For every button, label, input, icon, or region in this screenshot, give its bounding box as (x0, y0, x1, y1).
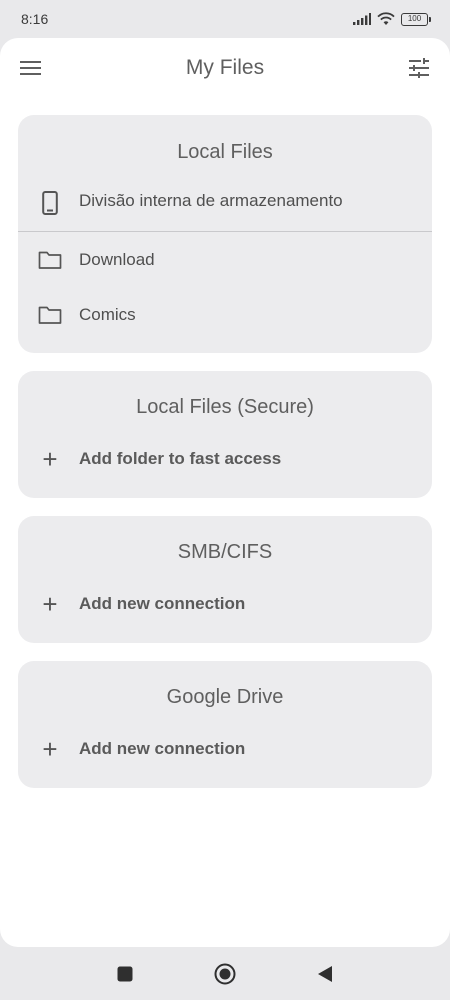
add-gdrive-connection-button[interactable]: + Add new connection (18, 733, 432, 765)
back-button[interactable] (314, 963, 336, 985)
page-title: My Files (185, 56, 265, 79)
wifi-icon (377, 12, 395, 25)
plus-icon: + (42, 589, 58, 619)
home-button[interactable] (214, 963, 236, 985)
add-folder-fast-access-button[interactable]: + Add folder to fast access (18, 443, 432, 475)
app-bar: My Files (0, 38, 450, 98)
square-icon (117, 966, 133, 981)
circle-icon (214, 963, 236, 984)
signal-icon (353, 13, 371, 25)
local-files-card: Local Files Divisão interna de armazenam… (18, 115, 432, 353)
storage-item-label: Divisão interna de armazenamento (79, 191, 343, 210)
tune-icon (409, 58, 429, 78)
folder-item-label: Download (79, 249, 155, 269)
plus-icon: + (42, 734, 58, 764)
battery-icon: 100 (401, 12, 431, 26)
add-connection-label: Add new connection (79, 739, 246, 758)
smb-card: SMB/CIFS + Add new connection (18, 516, 432, 643)
secure-files-title: Local Files (Secure) (136, 395, 314, 418)
folder-icon (38, 303, 62, 327)
folder-icon (38, 248, 62, 272)
main-screen: My Files Local Files Divisão interna de … (0, 38, 450, 947)
hamburger-icon (20, 61, 41, 75)
add-smb-connection-button[interactable]: + Add new connection (18, 588, 432, 620)
secure-files-card: Local Files (Secure) + Add folder to fas… (18, 371, 432, 498)
google-drive-title: Google Drive (166, 685, 284, 708)
recents-button[interactable] (114, 963, 136, 985)
add-connection-label: Add new connection (79, 594, 246, 613)
status-icons: 100 (353, 12, 431, 26)
local-files-title: Local Files (177, 140, 273, 163)
settings-tune-button[interactable] (407, 56, 431, 80)
folder-item-download[interactable]: Download (18, 232, 432, 287)
folder-item-label: Comics (79, 304, 136, 324)
triangle-back-icon (318, 965, 332, 982)
smb-title: SMB/CIFS (177, 540, 273, 563)
add-folder-label: Add folder to fast access (79, 449, 282, 468)
folder-item-comics[interactable]: Comics (18, 287, 432, 342)
google-drive-card: Google Drive + Add new connection (18, 661, 432, 788)
storage-item[interactable]: Divisão interna de armazenamento (18, 189, 432, 232)
menu-button[interactable] (19, 57, 43, 81)
status-bar: 8:16 100 (0, 0, 450, 38)
phone-icon (38, 191, 62, 215)
system-nav-bar (0, 947, 450, 1000)
plus-icon: + (42, 444, 58, 474)
status-time: 8:16 (21, 11, 49, 27)
